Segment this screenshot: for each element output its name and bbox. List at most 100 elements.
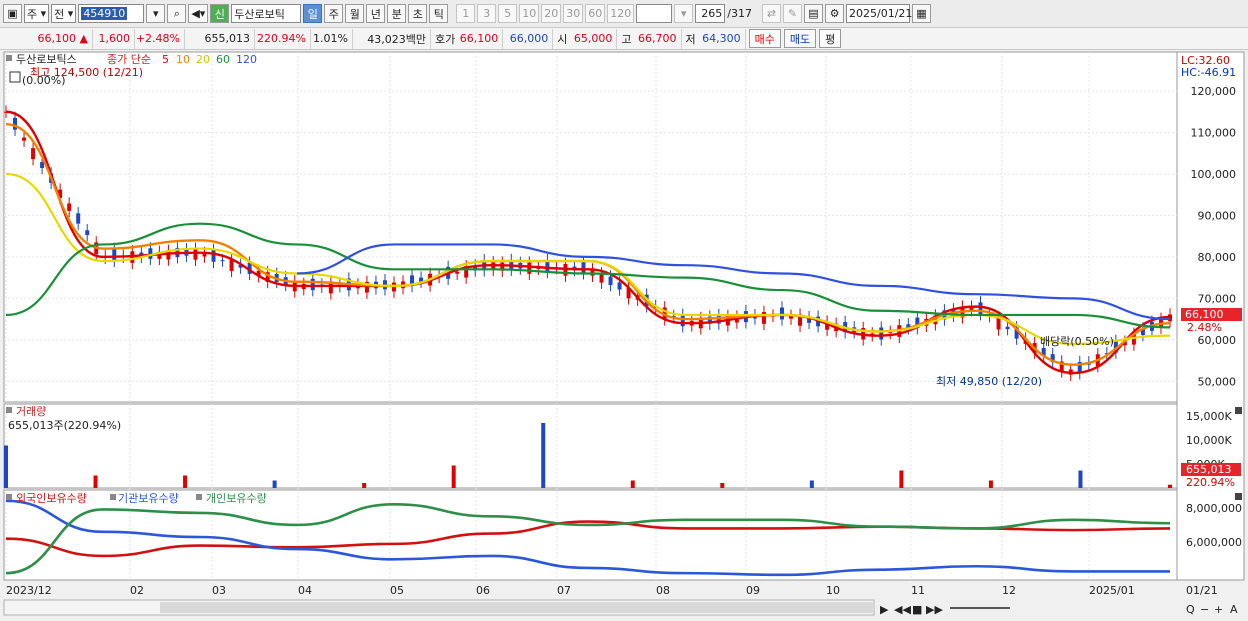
interval-10[interactable]: 10	[519, 4, 540, 23]
draw-tool-icon[interactable]: ✎	[783, 4, 802, 23]
evaluate-button[interactable]: 평	[819, 29, 842, 48]
date-input[interactable]: 2025/01/21	[846, 4, 912, 23]
navigation-controls[interactable]: ▶ ◀◀ ■ ▶▶ Q − + A	[880, 603, 1238, 616]
interval-3[interactable]: 3	[477, 4, 497, 23]
volume-axis-10000k: 10,000K	[1186, 434, 1232, 447]
volume-bar	[899, 470, 904, 488]
nav-forward-icon[interactable]: ▶▶	[926, 603, 943, 616]
zoom-plus-icon[interactable]: +	[1214, 603, 1223, 616]
dividend-annotation: 배당락(0.50%)	[1040, 335, 1114, 348]
legend-foreign: 외국인보유수량	[16, 492, 87, 505]
low-label: 저	[685, 32, 696, 46]
x-tick-label: 08	[656, 584, 670, 597]
volume-tag: 655,013	[1186, 463, 1232, 476]
candle-body	[1005, 326, 1010, 330]
volume-summary: 655,013주(220.94%)	[8, 419, 121, 432]
sell-button[interactable]: 매도	[783, 29, 817, 48]
volume-pct-tag: 220.94%	[1186, 476, 1235, 489]
zoom-out-icon[interactable]: Q	[1186, 603, 1195, 616]
price-panel	[3, 51, 1178, 403]
candle-body	[220, 260, 225, 262]
tab-month[interactable]: 월	[345, 4, 365, 23]
volume-bar	[1168, 484, 1172, 488]
stock-name-field[interactable]: 두산로보틱	[231, 4, 302, 23]
x-tick-label: 2023/12	[6, 584, 52, 597]
interval-60[interactable]: 60	[585, 4, 606, 23]
tab-tick[interactable]: 틱	[429, 4, 449, 23]
save-icon[interactable]: ▤	[804, 4, 823, 23]
zoom-minus-icon[interactable]: −	[1200, 603, 1209, 616]
buy-button[interactable]: 매수	[748, 29, 781, 48]
interval-5[interactable]: 5	[498, 4, 518, 23]
volume-bar	[809, 480, 814, 488]
nav-stop-icon[interactable]: ■	[912, 603, 922, 616]
x-tick-label: 05	[390, 584, 404, 597]
legend-individual: 개인보유수량	[206, 492, 267, 505]
holdings-marker-icon	[196, 494, 202, 500]
gear-icon[interactable]: ⚙	[825, 4, 844, 23]
tab-day[interactable]: 일	[303, 4, 323, 23]
code-dropdown-icon[interactable]: ▾	[146, 4, 166, 23]
speaker-icon[interactable]: ◀▾	[188, 4, 209, 23]
volume-panel-close-icon[interactable]	[1235, 407, 1242, 414]
price-tick-label: 90,000	[1198, 209, 1237, 222]
candle-body	[996, 317, 1001, 330]
volume-bar	[183, 475, 188, 488]
tab-second[interactable]: 초	[408, 4, 428, 23]
nav-back-icon[interactable]: ◀◀	[894, 603, 911, 616]
stock-code-input[interactable]: 454910	[78, 4, 145, 23]
candle-body	[112, 248, 117, 261]
open-price: 65,000	[569, 28, 618, 49]
volume-bar	[988, 480, 993, 488]
volume-marker-icon	[6, 407, 12, 413]
candle-body	[680, 314, 685, 327]
scroll-mode-icon[interactable]: ⇄	[762, 4, 781, 23]
nav-next-icon[interactable]: ▶	[880, 603, 889, 616]
x-tick-label: 11	[911, 584, 925, 597]
high-price: 66,700	[634, 28, 682, 49]
price-tick-label: 60,000	[1198, 334, 1237, 347]
candle-body	[780, 307, 784, 320]
ask-label: 호가	[435, 32, 456, 46]
calendar-icon[interactable]: ▦	[912, 4, 931, 23]
main-toolbar: ▣ 주 ▾ 전 ▾ 454910 ▾ ⌕ ◀▾ 신 두산로보틱 일 주 월 년 …	[0, 0, 1248, 28]
candle-body	[22, 137, 27, 141]
candle-body	[761, 312, 766, 324]
font-size-icon[interactable]: A	[1230, 603, 1238, 616]
legend-stock-name: 두산로보틱스	[16, 53, 77, 66]
chart-window-icon[interactable]: ▣	[3, 4, 22, 23]
interval-120[interactable]: 120	[607, 4, 635, 23]
search-icon[interactable]: ⌕	[167, 4, 187, 23]
new-listing-badge: 신	[210, 4, 230, 23]
volume-bar	[93, 475, 98, 488]
period-select[interactable]: 주 ▾	[24, 4, 50, 23]
volume-ratio: 220.94%	[255, 28, 311, 49]
interval-custom-input[interactable]	[636, 4, 673, 23]
holdings-axis-8m: 8,000,000	[1186, 502, 1242, 515]
tab-year[interactable]: 년	[366, 4, 386, 23]
interval-30[interactable]: 30	[563, 4, 584, 23]
holdings-panel-close-icon[interactable]	[1235, 493, 1242, 500]
interval-1[interactable]: 1	[456, 4, 476, 23]
high-label: 고	[621, 32, 632, 46]
count-input[interactable]: 265	[695, 4, 726, 23]
candle-body	[617, 282, 622, 290]
tab-week[interactable]: 주	[324, 4, 344, 23]
trade-amount: 43,023백만	[353, 28, 431, 49]
x-tick-label: 12	[1002, 584, 1016, 597]
candle-body	[527, 262, 532, 274]
tab-minute[interactable]: 분	[387, 4, 407, 23]
compare-select[interactable]: 전 ▾	[51, 4, 77, 23]
price-tick-label: 120,000	[1191, 85, 1237, 98]
volume-bar	[541, 423, 546, 488]
interval-dropdown-icon[interactable]: ▾	[674, 4, 694, 23]
legend-ma60: 60	[216, 53, 230, 66]
volume-bar	[720, 483, 725, 488]
current-price: 66,100 ▲	[3, 28, 93, 49]
hc-label: HC:-46.91	[1181, 66, 1236, 79]
x-tick-label: 2025/01	[1089, 584, 1135, 597]
scrollbar-thumb[interactable]	[160, 602, 874, 613]
stock-chart[interactable]: 120,000 110,000 100,000 90,000 80,000 70,000 6…	[0, 51, 1248, 621]
interval-20[interactable]: 20	[541, 4, 562, 23]
open-label: 시	[557, 32, 568, 46]
